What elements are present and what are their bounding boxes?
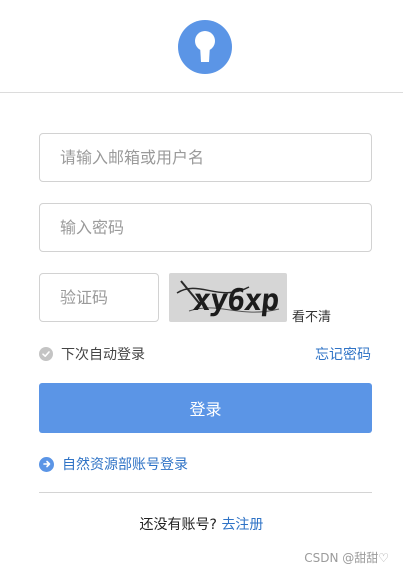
- no-account-text: 还没有账号?: [139, 517, 217, 533]
- register-link[interactable]: 去注册: [221, 517, 263, 533]
- login-page: xy6xp 看不清 下次自动登录 忘记密码 登录 自然资源部账号登录 还没有账号…: [0, 0, 403, 573]
- username-field[interactable]: [39, 133, 372, 182]
- refresh-captcha-link[interactable]: 看不清: [292, 306, 331, 325]
- keyhole-glyph: [195, 31, 215, 62]
- sso-label: 自然资源部账号登录: [62, 457, 188, 473]
- remember-label: 下次自动登录: [61, 347, 145, 363]
- arrow-right-icon: [39, 456, 54, 472]
- check-glyph: [42, 351, 50, 357]
- divider: [39, 492, 372, 493]
- sso-login-link[interactable]: 自然资源部账号登录: [39, 454, 188, 474]
- captcha-image[interactable]: xy6xp: [169, 273, 287, 322]
- captcha-field[interactable]: [39, 273, 159, 322]
- arrow-glyph: [42, 460, 50, 468]
- username-input[interactable]: [58, 147, 353, 168]
- watermark: CSDN @甜甜♡: [304, 551, 389, 565]
- register-prompt: 还没有账号? 去注册: [0, 514, 403, 534]
- password-field[interactable]: [39, 203, 372, 252]
- keyhole-icon: [178, 20, 232, 74]
- password-input[interactable]: [58, 217, 353, 238]
- remember-me-checkbox[interactable]: 下次自动登录: [39, 344, 145, 364]
- forgot-password-link[interactable]: 忘记密码: [315, 344, 371, 364]
- check-circle-icon: [39, 347, 53, 361]
- login-button[interactable]: 登录: [39, 383, 372, 433]
- captcha-input[interactable]: [58, 287, 140, 308]
- header: [0, 0, 403, 93]
- captcha-text: xy6xp: [191, 283, 281, 318]
